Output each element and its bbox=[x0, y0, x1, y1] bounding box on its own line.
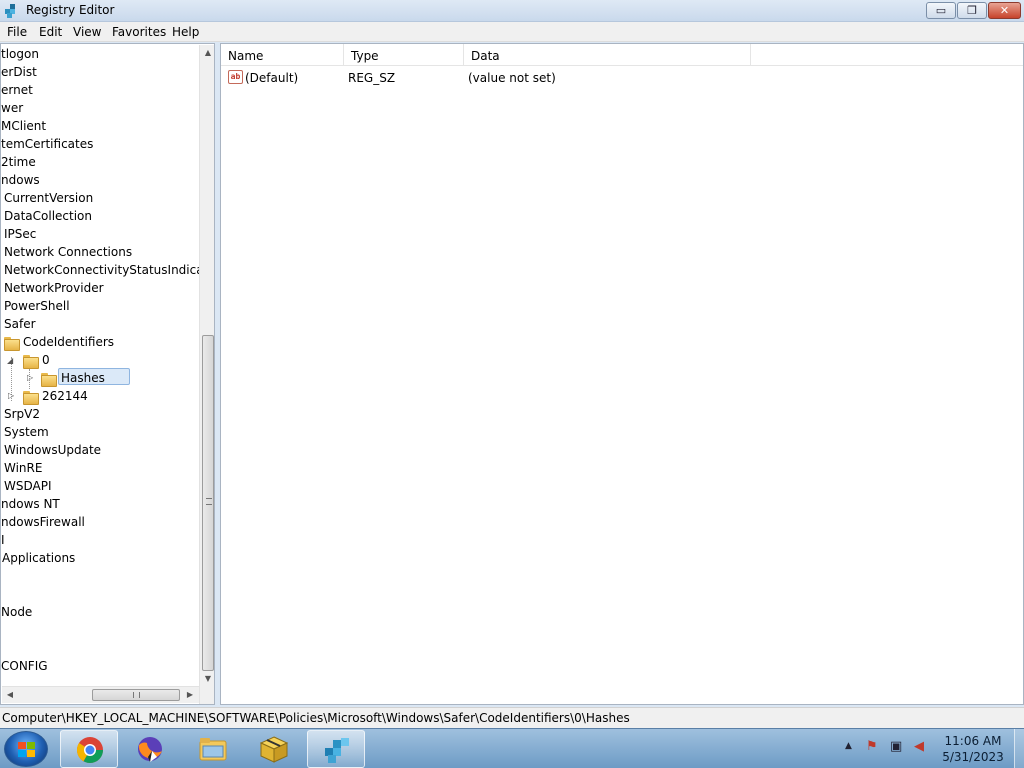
tree-item[interactable]: ernet bbox=[1, 83, 33, 97]
tree-item[interactable]: CONFIG bbox=[1, 659, 48, 673]
tree-item[interactable]: temCertificates bbox=[1, 137, 93, 151]
network-icon[interactable]: ▣ bbox=[890, 739, 902, 754]
tree-item[interactable]: CurrentVersion bbox=[4, 191, 93, 205]
value-name[interactable]: (Default) bbox=[245, 71, 298, 85]
scroll-thumb[interactable] bbox=[202, 335, 214, 671]
tree-item[interactable]: Node bbox=[1, 605, 32, 619]
tree-item[interactable]: WSDAPI bbox=[4, 479, 52, 493]
folder-icon bbox=[41, 373, 57, 387]
title-bar: Registry Editor ▭ ❐ ✕ bbox=[0, 0, 1024, 22]
tree-item[interactable]: System bbox=[4, 425, 49, 439]
taskbar-firefox[interactable] bbox=[121, 730, 179, 768]
tree-item-hashes[interactable]: Hashes bbox=[61, 371, 105, 385]
scroll-thumb[interactable] bbox=[92, 689, 180, 701]
volume-muted-icon[interactable]: ◀ bbox=[914, 739, 924, 754]
file-explorer-icon bbox=[199, 738, 227, 761]
value-data: (value not set) bbox=[468, 71, 556, 85]
tree-item[interactable]: wer bbox=[1, 101, 23, 115]
column-header-data[interactable]: Data bbox=[464, 44, 751, 66]
tree-item[interactable]: erDist bbox=[1, 65, 37, 79]
package-icon bbox=[259, 736, 289, 763]
tree-horizontal-scrollbar[interactable]: ◀ ▶ bbox=[2, 686, 199, 703]
string-value-icon: ab bbox=[228, 70, 243, 84]
scroll-up-arrow-icon[interactable]: ▲ bbox=[200, 45, 214, 61]
folder-icon bbox=[23, 355, 39, 369]
close-icon: ✕ bbox=[999, 4, 1010, 17]
maximize-icon: ❐ bbox=[967, 4, 977, 17]
list-header: Name Type Data bbox=[221, 44, 1023, 66]
registry-editor-icon bbox=[5, 4, 15, 18]
tree-item[interactable]: I bbox=[1, 533, 5, 547]
key-path: Computer\HKEY_LOCAL_MACHINE\SOFTWARE\Pol… bbox=[2, 711, 630, 725]
window-title: Registry Editor bbox=[26, 3, 115, 17]
tree-item-codeidentifiers[interactable]: CodeIdentifiers bbox=[23, 335, 114, 349]
start-button[interactable] bbox=[4, 731, 48, 767]
collapse-arrow-icon[interactable]: ◢ bbox=[7, 356, 13, 365]
tree-item[interactable]: tlogon bbox=[1, 47, 39, 61]
tree-item[interactable]: SrpV2 bbox=[4, 407, 40, 421]
tree-item[interactable]: ndows bbox=[1, 173, 40, 187]
column-header-name[interactable]: Name bbox=[221, 44, 344, 66]
clock[interactable]: 11:06 AM 5/31/2023 bbox=[940, 733, 1006, 765]
close-button[interactable]: ✕ bbox=[988, 2, 1021, 19]
folder-icon bbox=[23, 391, 39, 405]
chrome-icon bbox=[76, 737, 104, 764]
menu-edit[interactable]: Edit bbox=[39, 24, 62, 40]
taskbar-package[interactable] bbox=[245, 730, 303, 768]
taskbar: ▲ ⚑ ▣ ◀ 11:06 AM 5/31/2023 bbox=[0, 728, 1024, 768]
tree-item[interactable]: DataCollection bbox=[4, 209, 92, 223]
tree-item-262144[interactable]: 262144 bbox=[42, 389, 88, 403]
scroll-right-arrow-icon[interactable]: ▶ bbox=[182, 687, 198, 703]
tree-item[interactable]: PowerShell bbox=[4, 299, 70, 313]
scroll-left-arrow-icon[interactable]: ◀ bbox=[2, 687, 18, 703]
menu-view[interactable]: View bbox=[73, 24, 101, 40]
system-tray: ▲ ⚑ ▣ ◀ bbox=[840, 729, 940, 768]
registry-tree[interactable]: tlogon erDist ernet wer MClient temCerti… bbox=[0, 43, 215, 705]
tree-item[interactable]: ndows NT bbox=[1, 497, 60, 511]
clock-time: 11:06 AM bbox=[944, 734, 1002, 748]
menu-help[interactable]: Help bbox=[172, 24, 199, 40]
show-hidden-icons-icon[interactable]: ▲ bbox=[845, 741, 852, 751]
value-type: REG_SZ bbox=[348, 71, 396, 85]
tree-item[interactable]: 2time bbox=[1, 155, 36, 169]
windows-logo-icon bbox=[18, 742, 36, 758]
expand-arrow-icon[interactable]: ▷ bbox=[8, 391, 14, 400]
folder-icon bbox=[4, 337, 20, 351]
tree-item[interactable]: WinRE bbox=[4, 461, 42, 475]
taskbar-explorer[interactable] bbox=[184, 730, 242, 768]
tree-item[interactable]: MClient bbox=[1, 119, 46, 133]
firefox-icon bbox=[138, 737, 162, 762]
tree-item[interactable]: Network Connections bbox=[4, 245, 132, 259]
menu-favorites[interactable]: Favorites bbox=[112, 24, 166, 40]
tree-item[interactable]: NetworkProvider bbox=[4, 281, 104, 295]
registry-editor-icon bbox=[325, 738, 349, 763]
tree-item-0[interactable]: 0 bbox=[42, 353, 50, 367]
clock-date: 5/31/2023 bbox=[942, 750, 1004, 764]
tree-vertical-scrollbar[interactable]: ▲ ▼ bbox=[199, 45, 214, 704]
tree-item[interactable]: ndowsFirewall bbox=[1, 515, 85, 529]
tree-item[interactable]: Safer bbox=[4, 317, 36, 331]
menu-file[interactable]: File bbox=[7, 24, 27, 40]
grip-icon bbox=[133, 692, 140, 698]
taskbar-chrome[interactable] bbox=[60, 730, 118, 768]
menu-bar: File Edit View Favorites Help bbox=[0, 22, 1024, 42]
show-desktop-button[interactable] bbox=[1014, 729, 1024, 768]
taskbar-registry-editor[interactable] bbox=[307, 730, 365, 768]
values-list[interactable]: Name Type Data ab (Default) REG_SZ (valu… bbox=[220, 43, 1024, 705]
tree-item[interactable]: WindowsUpdate bbox=[4, 443, 101, 457]
expand-arrow-icon[interactable]: ▷ bbox=[27, 373, 33, 382]
tree-item[interactable]: NetworkConnectivityStatusIndicator bbox=[4, 263, 214, 277]
minimize-button[interactable]: ▭ bbox=[926, 2, 956, 19]
minimize-icon: ▭ bbox=[935, 4, 947, 17]
grip-icon bbox=[206, 498, 212, 505]
action-center-icon[interactable]: ⚑ bbox=[866, 739, 878, 754]
tree-item[interactable]: IPSec bbox=[4, 227, 36, 241]
maximize-button[interactable]: ❐ bbox=[957, 2, 987, 19]
tree-item[interactable]: Applications bbox=[2, 551, 75, 565]
status-bar: Computer\HKEY_LOCAL_MACHINE\SOFTWARE\Pol… bbox=[0, 707, 1024, 728]
column-header-type[interactable]: Type bbox=[344, 44, 464, 66]
scroll-down-arrow-icon[interactable]: ▼ bbox=[200, 671, 214, 687]
